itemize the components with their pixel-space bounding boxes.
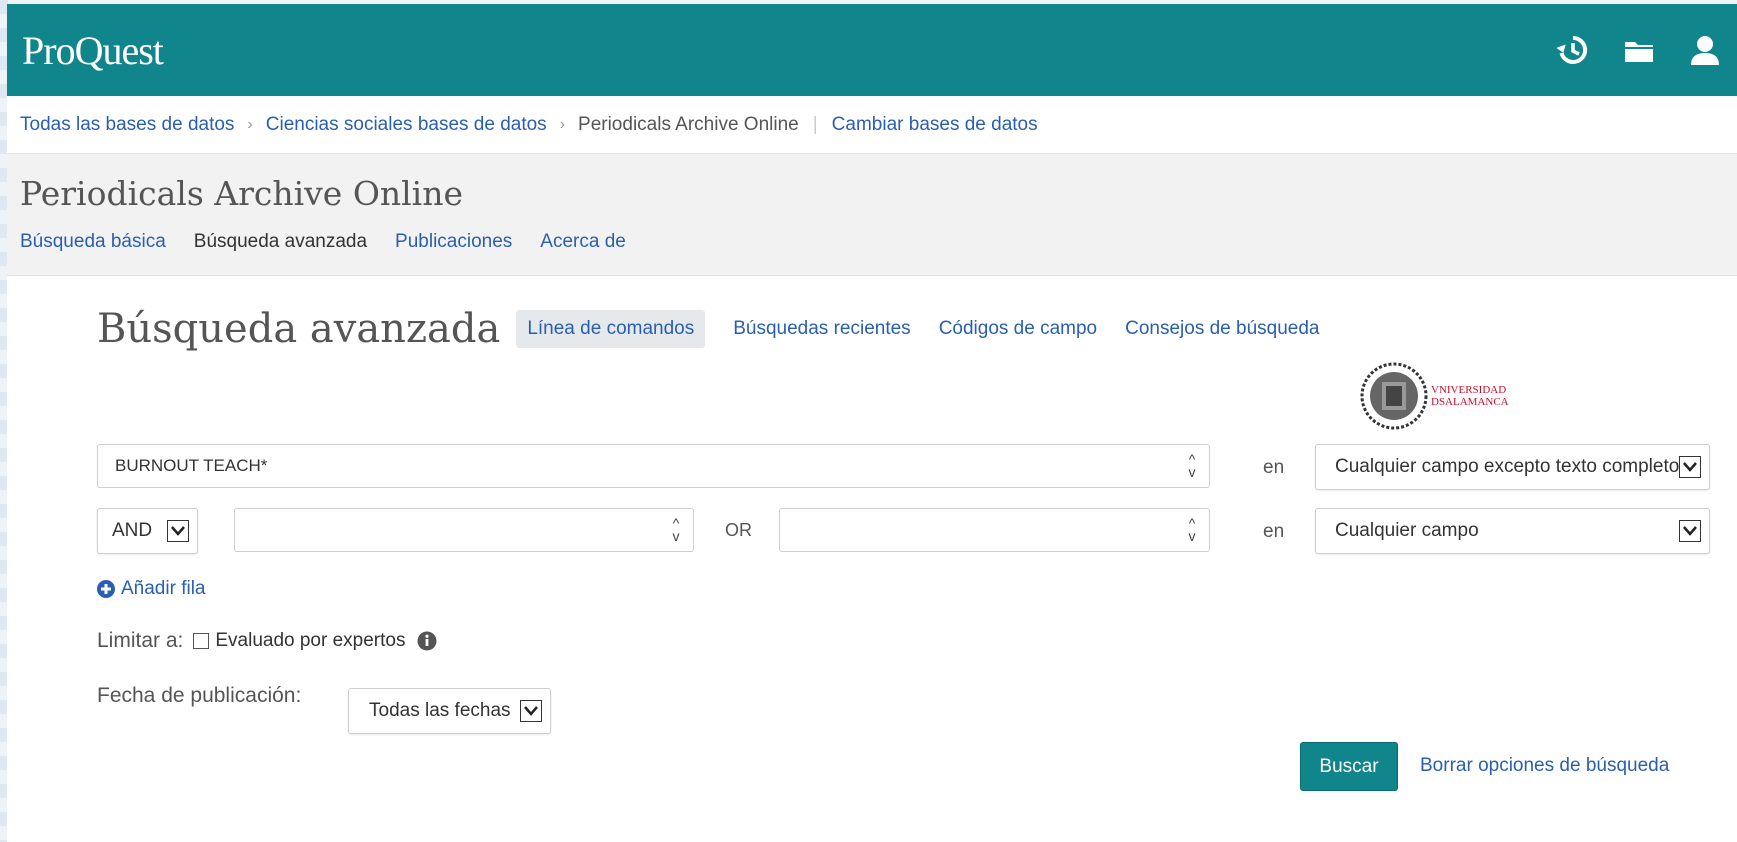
search-button[interactable]: Buscar	[1300, 742, 1398, 791]
search-tips-link[interactable]: Consejos de búsqueda	[1125, 318, 1319, 340]
resize-stepper-icon[interactable]: ^ v	[1181, 452, 1203, 479]
publication-date-select[interactable]: Todas las fechas	[348, 688, 551, 734]
top-bar: ProQuest	[7, 4, 1737, 96]
advanced-search-panel: Búsqueda avanzada Línea de comandos Búsq…	[7, 276, 1737, 842]
university-name: VNIVERSIDAD DSALAMANCA	[1431, 384, 1509, 408]
info-icon[interactable]	[417, 631, 437, 651]
publication-date-label: Fecha de publicación:	[97, 684, 302, 707]
university-logo: VNIVERSIDAD DSALAMANCA	[1360, 362, 1509, 430]
field-select-row2-value: Cualquier campo	[1335, 520, 1479, 541]
add-row-link[interactable]: Añadir fila	[97, 578, 206, 600]
tab-basic-search[interactable]: Búsqueda básica	[20, 231, 166, 253]
publication-date-value: Todas las fechas	[369, 700, 511, 721]
in-label-row2: en	[1263, 521, 1285, 542]
add-row-label[interactable]: Añadir fila	[121, 578, 206, 600]
chevron-right-icon: ›	[247, 115, 253, 133]
page-title: Búsqueda avanzada	[97, 306, 501, 352]
search-input-row2-a[interactable]: ^ v	[234, 508, 694, 552]
university-seal-icon	[1360, 362, 1428, 430]
folder-icon[interactable]	[1621, 32, 1657, 68]
breadcrumb: Todas las bases de datos › Ciencias soci…	[7, 96, 1737, 154]
database-nav: Búsqueda básica Búsqueda avanzada Public…	[20, 231, 1724, 253]
peer-reviewed-label[interactable]: Evaluado por expertos	[215, 630, 405, 652]
chevron-down-icon[interactable]	[1679, 520, 1701, 542]
breadcrumb-all-databases[interactable]: Todas las bases de datos	[20, 114, 234, 136]
proquest-logo[interactable]: ProQuest	[22, 27, 164, 74]
command-line-link[interactable]: Línea de comandos	[516, 310, 706, 348]
divider: |	[812, 113, 818, 135]
field-codes-link[interactable]: Códigos de campo	[939, 318, 1097, 340]
change-databases-link[interactable]: Cambiar bases de datos	[832, 114, 1038, 136]
database-header: Periodicals Archive Online Búsqueda bási…	[7, 154, 1737, 276]
user-icon[interactable]	[1687, 32, 1723, 68]
history-icon[interactable]	[1555, 32, 1591, 68]
chevron-right-icon: ›	[559, 115, 566, 133]
limit-label: Limitar a:	[97, 629, 184, 652]
advanced-search-header: Búsqueda avanzada Línea de comandos Búsq…	[97, 306, 1348, 352]
search-input-row2-b[interactable]: ^ v	[779, 508, 1210, 552]
tab-publications[interactable]: Publicaciones	[395, 231, 512, 253]
chevron-down-icon[interactable]	[167, 520, 189, 542]
resize-stepper-icon[interactable]: ^ v	[1181, 516, 1203, 543]
page: ProQuest Todas las bases de datos › Cien…	[7, 4, 1737, 842]
recent-searches-link[interactable]: Búsquedas recientes	[733, 318, 910, 340]
field-select-row2[interactable]: Cualquier campo	[1315, 508, 1710, 554]
boolean-operator-value: AND	[112, 520, 153, 541]
boolean-operator-select[interactable]: AND	[97, 508, 198, 554]
clear-search-options-link[interactable]: Borrar opciones de búsqueda	[1420, 755, 1669, 777]
in-label-row1: en	[1263, 457, 1285, 478]
limit-section: Limitar a: Evaluado por expertos	[97, 629, 437, 653]
database-title: Periodicals Archive Online	[20, 174, 464, 213]
top-icons	[1555, 32, 1723, 68]
tab-about[interactable]: Acerca de	[540, 231, 626, 253]
resize-stepper-icon[interactable]: ^ v	[665, 516, 687, 543]
field-select-row1[interactable]: Cualquier campo excepto texto completo	[1315, 444, 1710, 490]
search-input-row1-value[interactable]: BURNOUT TEACH*	[98, 456, 1181, 476]
chevron-down-icon[interactable]	[520, 700, 542, 722]
peer-reviewed-checkbox[interactable]	[193, 633, 210, 649]
or-label: OR	[725, 520, 752, 540]
chevron-down-icon[interactable]	[1679, 456, 1701, 478]
tab-advanced-search[interactable]: Búsqueda avanzada	[194, 231, 367, 253]
plus-circle-icon	[97, 580, 115, 598]
field-select-row1-value: Cualquier campo excepto texto completo	[1335, 456, 1679, 477]
search-input-row1[interactable]: BURNOUT TEACH* ^ v	[97, 444, 1210, 488]
breadcrumb-social-sciences[interactable]: Ciencias sociales bases de datos	[266, 114, 547, 136]
breadcrumb-current: Periodicals Archive Online	[578, 113, 799, 135]
